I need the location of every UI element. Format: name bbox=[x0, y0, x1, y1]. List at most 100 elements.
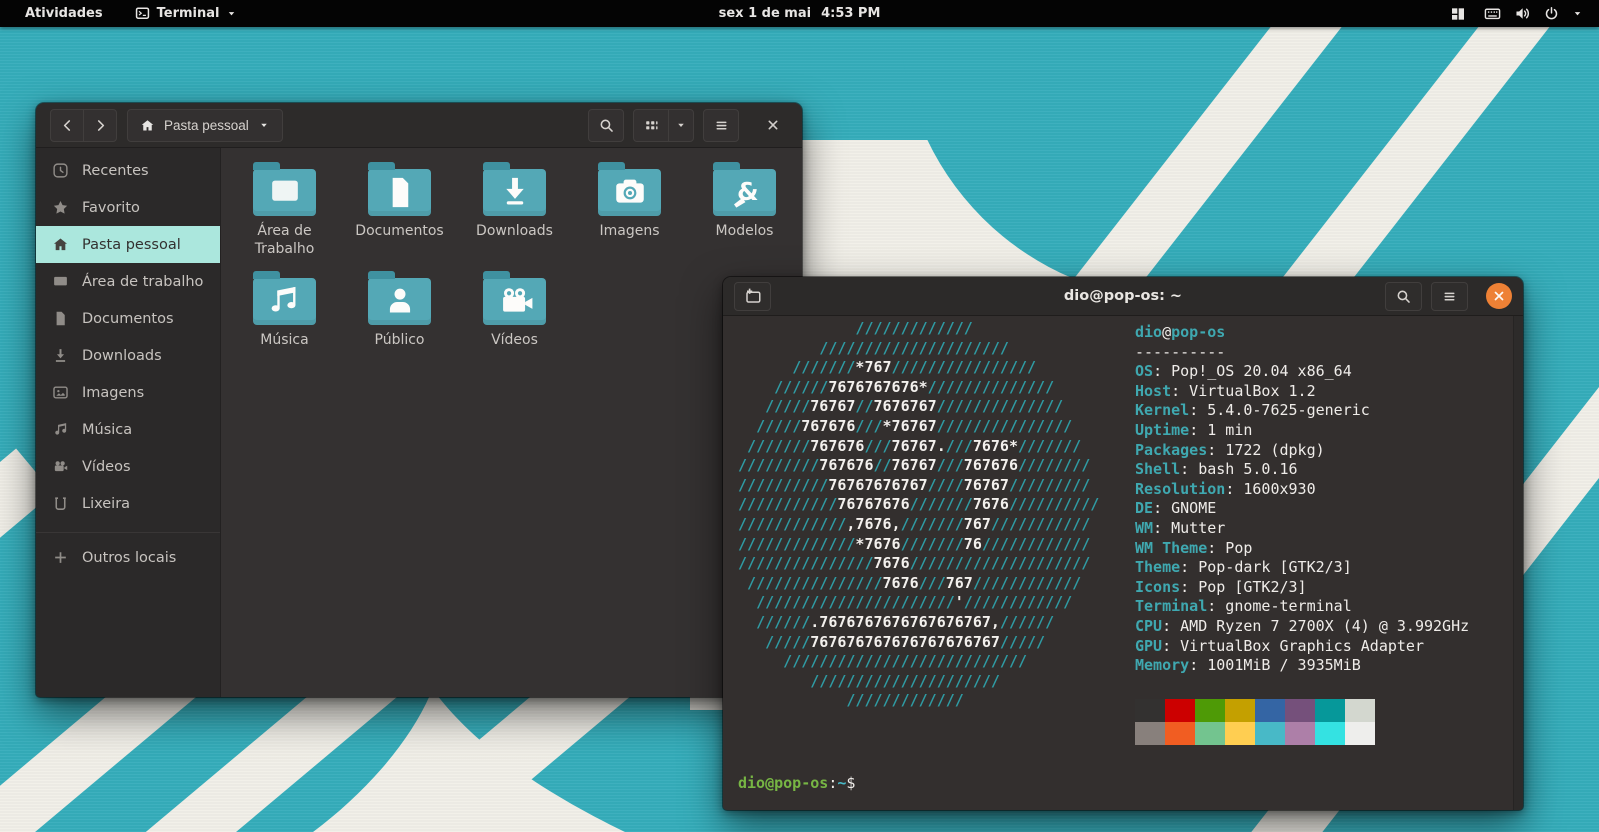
palette-swatch bbox=[1195, 722, 1225, 745]
sidebar-item-imagens[interactable]: Imagens bbox=[36, 374, 220, 411]
sidebar-item-videos[interactable]: Vídeos bbox=[36, 448, 220, 485]
palette-swatch bbox=[1285, 722, 1315, 745]
folder-icon-video bbox=[483, 271, 546, 325]
home-icon bbox=[140, 118, 155, 133]
download-icon bbox=[51, 347, 69, 364]
folder-modelos[interactable]: & Modelos bbox=[687, 150, 802, 259]
folder-icon-document bbox=[368, 162, 431, 216]
hamburger-icon bbox=[1444, 292, 1455, 301]
files-content[interactable]: Área de Trabalho Documentos Downloads Image… bbox=[221, 148, 802, 697]
menu-button[interactable] bbox=[1431, 281, 1468, 311]
sidebar-item-label: Documentos bbox=[82, 310, 174, 327]
palette-swatch bbox=[1255, 699, 1285, 722]
sidebar-item-musica[interactable]: Música bbox=[36, 411, 220, 448]
search-button[interactable] bbox=[1385, 281, 1422, 311]
info-line-kernel: Kernel: 5.4.0-7625-generic bbox=[1135, 401, 1370, 420]
info-separator: ---------- bbox=[1135, 342, 1226, 361]
folder-label: Documentos bbox=[355, 223, 444, 239]
palette-swatch bbox=[1165, 699, 1195, 722]
neofetch-info: dio@pop-os ---------- OS: Pop!_OS 20.04 x8… bbox=[1135, 323, 1469, 676]
back-button[interactable] bbox=[50, 108, 84, 142]
search-button[interactable] bbox=[588, 108, 624, 142]
music-icon bbox=[51, 421, 69, 438]
close-button[interactable] bbox=[758, 109, 788, 142]
sidebar-item-lixeira[interactable]: Lixeira bbox=[36, 485, 220, 522]
folder-downloads[interactable]: Downloads bbox=[457, 150, 572, 259]
sidebar-item-label: Música bbox=[82, 421, 133, 438]
close-icon bbox=[1494, 291, 1504, 301]
image-icon bbox=[51, 384, 69, 401]
chevron-down-icon bbox=[226, 8, 237, 19]
desktop-icon bbox=[51, 273, 69, 290]
info-line-uptime: Uptime: 1 min bbox=[1135, 420, 1253, 439]
info-line-wm: WM: Mutter bbox=[1135, 518, 1226, 537]
folder-icon-music bbox=[253, 271, 316, 325]
folder-icon-templates: & bbox=[713, 162, 776, 216]
files-header-bar: Pasta pessoal bbox=[36, 103, 802, 148]
clock-time: 4:53 PM bbox=[821, 6, 881, 21]
power-icon bbox=[1544, 6, 1559, 21]
top-bar: Atividades Terminal sex 1 de mai 4:53 PM bbox=[0, 0, 1599, 27]
info-line-icons: Icons: Pop [GTK2/3] bbox=[1135, 577, 1307, 596]
home-icon bbox=[51, 236, 69, 253]
keyboard-icon bbox=[1484, 5, 1501, 22]
chevron-down-icon bbox=[678, 123, 684, 127]
path-label: Pasta pessoal bbox=[164, 117, 249, 133]
grid-view-icon bbox=[645, 120, 658, 129]
clock-date: sex 1 de mai bbox=[718, 6, 812, 21]
palette-swatch bbox=[1345, 699, 1375, 722]
document-icon bbox=[51, 310, 69, 327]
sidebar-item-recentes[interactable]: Recentes bbox=[36, 152, 220, 189]
terminal-window: dio@pop-os: ~ ///////////// ////////////… bbox=[723, 277, 1523, 810]
path-button[interactable]: Pasta pessoal bbox=[127, 108, 283, 142]
new-tab-button[interactable] bbox=[734, 281, 771, 311]
forward-button[interactable] bbox=[83, 108, 117, 142]
files-sidebar: Recentes Favorito Pasta pessoal Área de tra… bbox=[36, 148, 221, 697]
clock-icon bbox=[51, 162, 69, 179]
palette-swatch bbox=[1285, 699, 1315, 722]
folder-publico[interactable]: Público bbox=[342, 259, 457, 368]
sidebar-item-area-de-trabalho[interactable]: Área de trabalho bbox=[36, 263, 220, 300]
top-bar-right bbox=[1450, 5, 1583, 22]
sidebar-item-other-locations[interactable]: Outros locais bbox=[36, 539, 220, 576]
search-icon bbox=[600, 119, 613, 132]
folder-documentos[interactable]: Documentos bbox=[342, 150, 457, 259]
info-line-shell: Shell: bash 5.0.16 bbox=[1135, 460, 1298, 479]
sidebar-separator bbox=[36, 532, 220, 533]
view-toggle bbox=[633, 108, 694, 142]
sidebar-item-favorito[interactable]: Favorito bbox=[36, 189, 220, 226]
close-button[interactable] bbox=[1486, 283, 1512, 309]
folder-imagens[interactable]: Imagens bbox=[572, 150, 687, 259]
terminal-content[interactable]: ///////////// ///////////////////// ////… bbox=[723, 316, 1523, 810]
grid-view-button[interactable] bbox=[633, 108, 669, 142]
folder-label: Modelos bbox=[715, 223, 774, 239]
app-menu-button[interactable]: Terminal bbox=[123, 0, 250, 27]
sidebar-item-pasta-pessoal[interactable]: Pasta pessoal bbox=[36, 226, 220, 263]
activities-button[interactable]: Atividades bbox=[13, 0, 115, 27]
info-line-resolution: Resolution: 1600x930 bbox=[1135, 479, 1316, 498]
new-terminal-icon bbox=[745, 288, 760, 303]
folder-videos[interactable]: Vídeos bbox=[457, 259, 572, 368]
info-line-terminal: Terminal: gnome-terminal bbox=[1135, 597, 1352, 616]
folder-label: Imagens bbox=[599, 223, 660, 239]
info-line-packages: Packages: 1722 (dpkg) bbox=[1135, 440, 1325, 459]
wallpaper-peak-shape bbox=[313, 695, 625, 832]
terminal-app-icon bbox=[135, 6, 150, 21]
system-menu-button[interactable] bbox=[1484, 5, 1583, 22]
clock-button[interactable]: sex 1 de mai 4:53 PM bbox=[719, 0, 881, 27]
view-options-button[interactable] bbox=[668, 108, 694, 142]
sidebar-item-label: Recentes bbox=[82, 162, 149, 179]
sidebar-item-label: Vídeos bbox=[82, 458, 131, 475]
folder-musica[interactable]: Música bbox=[227, 259, 342, 368]
sidebar-item-downloads[interactable]: Downloads bbox=[36, 337, 220, 374]
info-line-memory: Memory: 1001MiB / 3935MiB bbox=[1135, 656, 1361, 675]
sidebar-item-documentos[interactable]: Documentos bbox=[36, 300, 220, 337]
folder-area-de-trabalho[interactable]: Área de Trabalho bbox=[227, 150, 342, 259]
tiling-menu-button[interactable] bbox=[1450, 6, 1466, 22]
chevron-down-icon bbox=[258, 119, 270, 131]
menu-button[interactable] bbox=[703, 108, 739, 142]
star-icon bbox=[51, 199, 69, 216]
trash-icon bbox=[51, 495, 69, 512]
folder-icon-camera bbox=[598, 162, 661, 216]
palette-swatch bbox=[1255, 722, 1285, 745]
